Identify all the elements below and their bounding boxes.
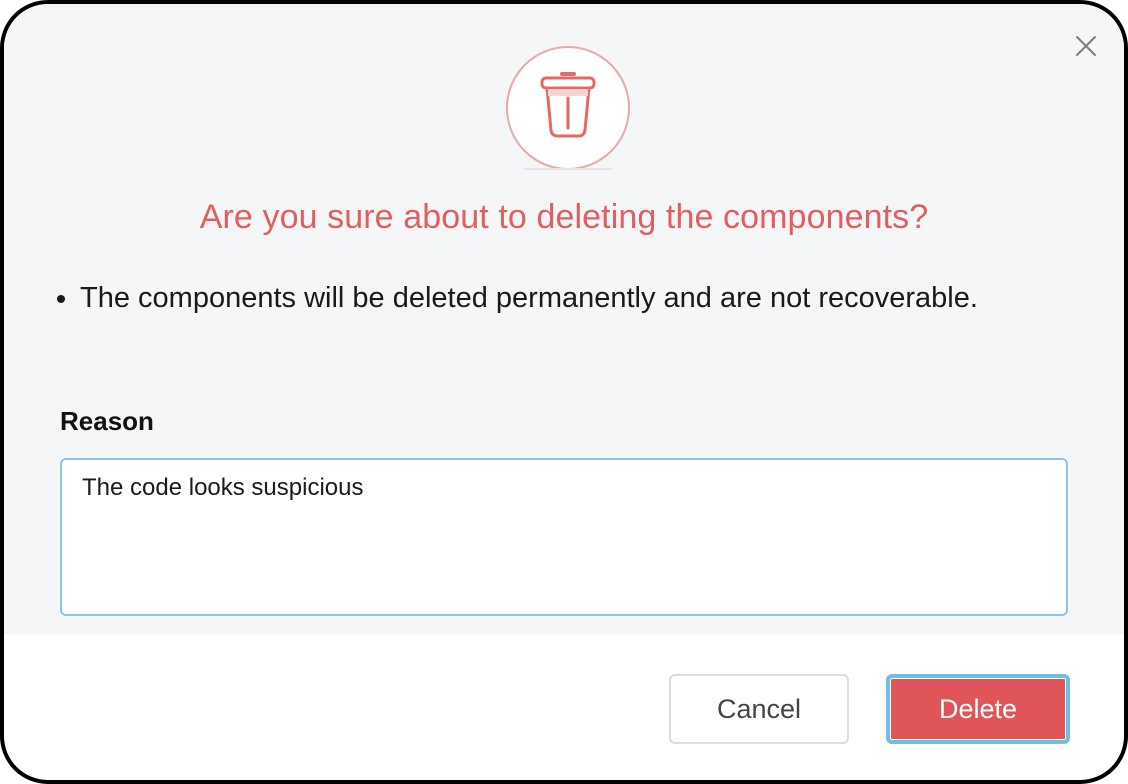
close-icon	[1076, 36, 1096, 56]
reason-input[interactable]: The code looks suspicious	[60, 458, 1068, 616]
cancel-button[interactable]: Cancel	[669, 674, 849, 744]
icon-shadow	[524, 168, 612, 170]
warning-list: The components will be deleted permanent…	[44, 278, 1124, 318]
trash-icon-badge	[506, 46, 630, 170]
dialog-title: Are you sure about to deleting the compo…	[199, 198, 929, 236]
reason-label: Reason	[60, 406, 154, 436]
trash-icon	[540, 72, 596, 138]
warning-item: The components will be deleted permanent…	[80, 278, 1124, 318]
delete-button[interactable]: Delete	[886, 674, 1070, 744]
dialog-body: Are you sure about to deleting the compo…	[4, 4, 1124, 634]
delete-confirmation-dialog: Are you sure about to deleting the compo…	[0, 0, 1128, 784]
close-button[interactable]	[1066, 26, 1106, 66]
